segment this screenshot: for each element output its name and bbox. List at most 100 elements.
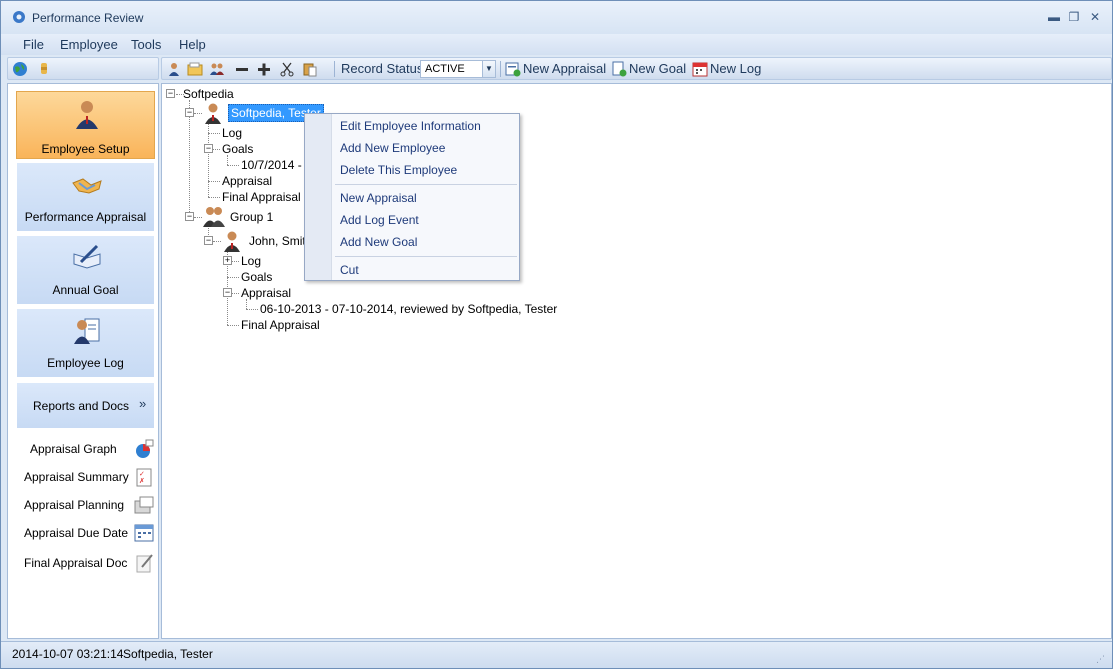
- svg-text:✗: ✗: [139, 477, 145, 485]
- tree-root-company[interactable]: Softpedia: [183, 87, 234, 101]
- hand-icon[interactable]: [36, 61, 52, 77]
- new-appraisal-button[interactable]: New Appraisal: [523, 61, 606, 76]
- tree-connector: [246, 309, 258, 310]
- globe-icon[interactable]: [12, 61, 28, 77]
- report-appraisal-summary[interactable]: Appraisal Summary ✓ ✗: [24, 465, 154, 489]
- menu-item-cut[interactable]: Cut: [340, 263, 359, 277]
- nav-employee-setup-label: Employee Setup: [41, 142, 130, 156]
- tree-appraisal[interactable]: Appraisal: [241, 286, 291, 300]
- new-log-icon[interactable]: [692, 61, 708, 77]
- chevron-down-icon[interactable]: ▼: [482, 61, 495, 77]
- tree-collapse-toggle[interactable]: −: [185, 212, 194, 221]
- menu-employee[interactable]: Employee: [60, 37, 118, 52]
- app-gear-icon: [13, 11, 25, 23]
- tree-appraisal-entry[interactable]: 06-10-2013 - 07-10-2014, reviewed by Sof…: [260, 302, 557, 316]
- tree-log[interactable]: Log: [241, 254, 261, 268]
- tree-group[interactable]: Group 1: [230, 210, 273, 224]
- tree-connector: [227, 277, 239, 278]
- new-log-button[interactable]: New Log: [710, 61, 761, 76]
- tree-final-appraisal[interactable]: Final Appraisal: [222, 190, 301, 204]
- tree-final-appraisal[interactable]: Final Appraisal: [241, 318, 320, 332]
- tree-collapse-toggle[interactable]: −: [204, 144, 213, 153]
- menu-item-delete-this-employee[interactable]: Delete This Employee: [340, 163, 457, 177]
- menu-separator: [335, 256, 517, 257]
- restore-button[interactable]: ❐: [1065, 9, 1083, 25]
- person-icon[interactable]: [166, 61, 182, 77]
- menu-help[interactable]: Help: [179, 37, 206, 52]
- tree-appraisal[interactable]: Appraisal: [222, 174, 272, 188]
- tree-collapse-toggle[interactable]: −: [166, 89, 175, 98]
- reports-and-docs-header[interactable]: Reports and Docs »: [16, 382, 155, 429]
- menu-file[interactable]: File: [23, 37, 44, 52]
- tree-connector: [189, 100, 190, 218]
- plus-icon[interactable]: [256, 61, 272, 77]
- tree-goal-entry[interactable]: 10/7/2014 - E: [241, 158, 313, 172]
- nav-annual-goal[interactable]: Annual Goal: [16, 235, 155, 305]
- menu-separator: [335, 184, 517, 185]
- status-bar: 2014-10-07 03:21:14 Softpedia, Tester ⋰: [1, 641, 1112, 668]
- resize-grip-icon[interactable]: ⋰: [1096, 654, 1106, 664]
- nav-performance-appraisal[interactable]: Performance Appraisal: [16, 162, 155, 232]
- svg-text:✓: ✓: [139, 471, 145, 478]
- menu-item-edit-employee-information[interactable]: Edit Employee Information: [340, 119, 481, 133]
- planning-icon: [134, 496, 154, 514]
- nav-employee-log[interactable]: Employee Log: [16, 308, 155, 378]
- menu-item-new-appraisal[interactable]: New Appraisal: [340, 191, 417, 205]
- new-appraisal-icon[interactable]: [505, 61, 521, 77]
- tree-expand-toggle[interactable]: +: [223, 256, 232, 265]
- report-appraisal-graph[interactable]: Appraisal Graph: [24, 437, 154, 461]
- app-window: Performance Review ▬ ❐ ✕ File Employee T…: [0, 0, 1113, 669]
- minimize-button[interactable]: ▬: [1045, 9, 1063, 25]
- nav-employee-setup[interactable]: Employee Setup: [16, 91, 155, 159]
- tree-goals[interactable]: Goals: [222, 142, 253, 156]
- report-appraisal-due-date[interactable]: Appraisal Due Date: [24, 521, 154, 545]
- tree-log[interactable]: Log: [222, 126, 242, 140]
- summary-icon: ✓✗: [136, 468, 152, 487]
- tree-employee[interactable]: John, Smith: [249, 234, 312, 248]
- nav-toolbar: [7, 57, 159, 80]
- menu-item-add-new-employee[interactable]: Add New Employee: [340, 141, 445, 155]
- new-goal-icon[interactable]: [611, 61, 627, 77]
- record-status-label: Record Status: [341, 61, 424, 76]
- tree-connector: [213, 241, 221, 242]
- title-bar: Performance Review ▬ ❐ ✕: [1, 1, 1112, 34]
- folder-icon[interactable]: [187, 61, 203, 77]
- group-icon[interactable]: [209, 61, 225, 77]
- double-chevron-icon[interactable]: »: [139, 396, 146, 411]
- record-status-select[interactable]: ACTIVE ▼: [420, 60, 496, 78]
- tree-collapse-toggle[interactable]: −: [185, 108, 194, 117]
- tree-connector: [208, 197, 220, 198]
- new-goal-button[interactable]: New Goal: [629, 61, 686, 76]
- context-menu-gutter: [305, 114, 332, 280]
- nav-employee-log-label: Employee Log: [47, 356, 124, 370]
- tree-connector: [227, 165, 239, 166]
- tree-goals[interactable]: Goals: [241, 270, 272, 284]
- left-navigation: Employee Setup Performance Appraisal Ann…: [7, 83, 159, 639]
- menu-item-add-new-goal[interactable]: Add New Goal: [340, 235, 417, 249]
- record-status-value: ACTIVE: [425, 63, 465, 75]
- menu-bar: File Employee Tools Help: [1, 34, 1112, 55]
- report-label: Appraisal Graph: [30, 442, 117, 456]
- tree-collapse-toggle[interactable]: −: [223, 288, 232, 297]
- tree-connector: [208, 181, 220, 182]
- report-label: Appraisal Summary: [24, 470, 129, 484]
- menu-item-add-log-event[interactable]: Add Log Event: [340, 213, 419, 227]
- employee-icon: [205, 103, 221, 124]
- calendar-icon: [134, 524, 154, 542]
- cut-icon[interactable]: [279, 61, 295, 77]
- report-label: Appraisal Due Date: [24, 526, 129, 540]
- menu-tools[interactable]: Tools: [131, 37, 161, 52]
- tree-connector: [194, 113, 202, 114]
- tree-collapse-toggle[interactable]: −: [204, 236, 213, 245]
- tree-connector: [246, 299, 247, 309]
- toolbar-separator: [500, 61, 501, 77]
- paste-icon[interactable]: [302, 61, 318, 77]
- report-appraisal-planning[interactable]: Appraisal Planning: [24, 493, 154, 517]
- close-button[interactable]: ✕: [1086, 9, 1104, 25]
- handshake-icon: [72, 178, 102, 194]
- report-final-appraisal-doc[interactable]: Final Appraisal Doc: [24, 551, 154, 575]
- group-icon: [203, 207, 225, 227]
- minus-icon[interactable]: [234, 61, 250, 77]
- document-icon: [136, 554, 153, 573]
- toolbar-separator: [334, 61, 335, 77]
